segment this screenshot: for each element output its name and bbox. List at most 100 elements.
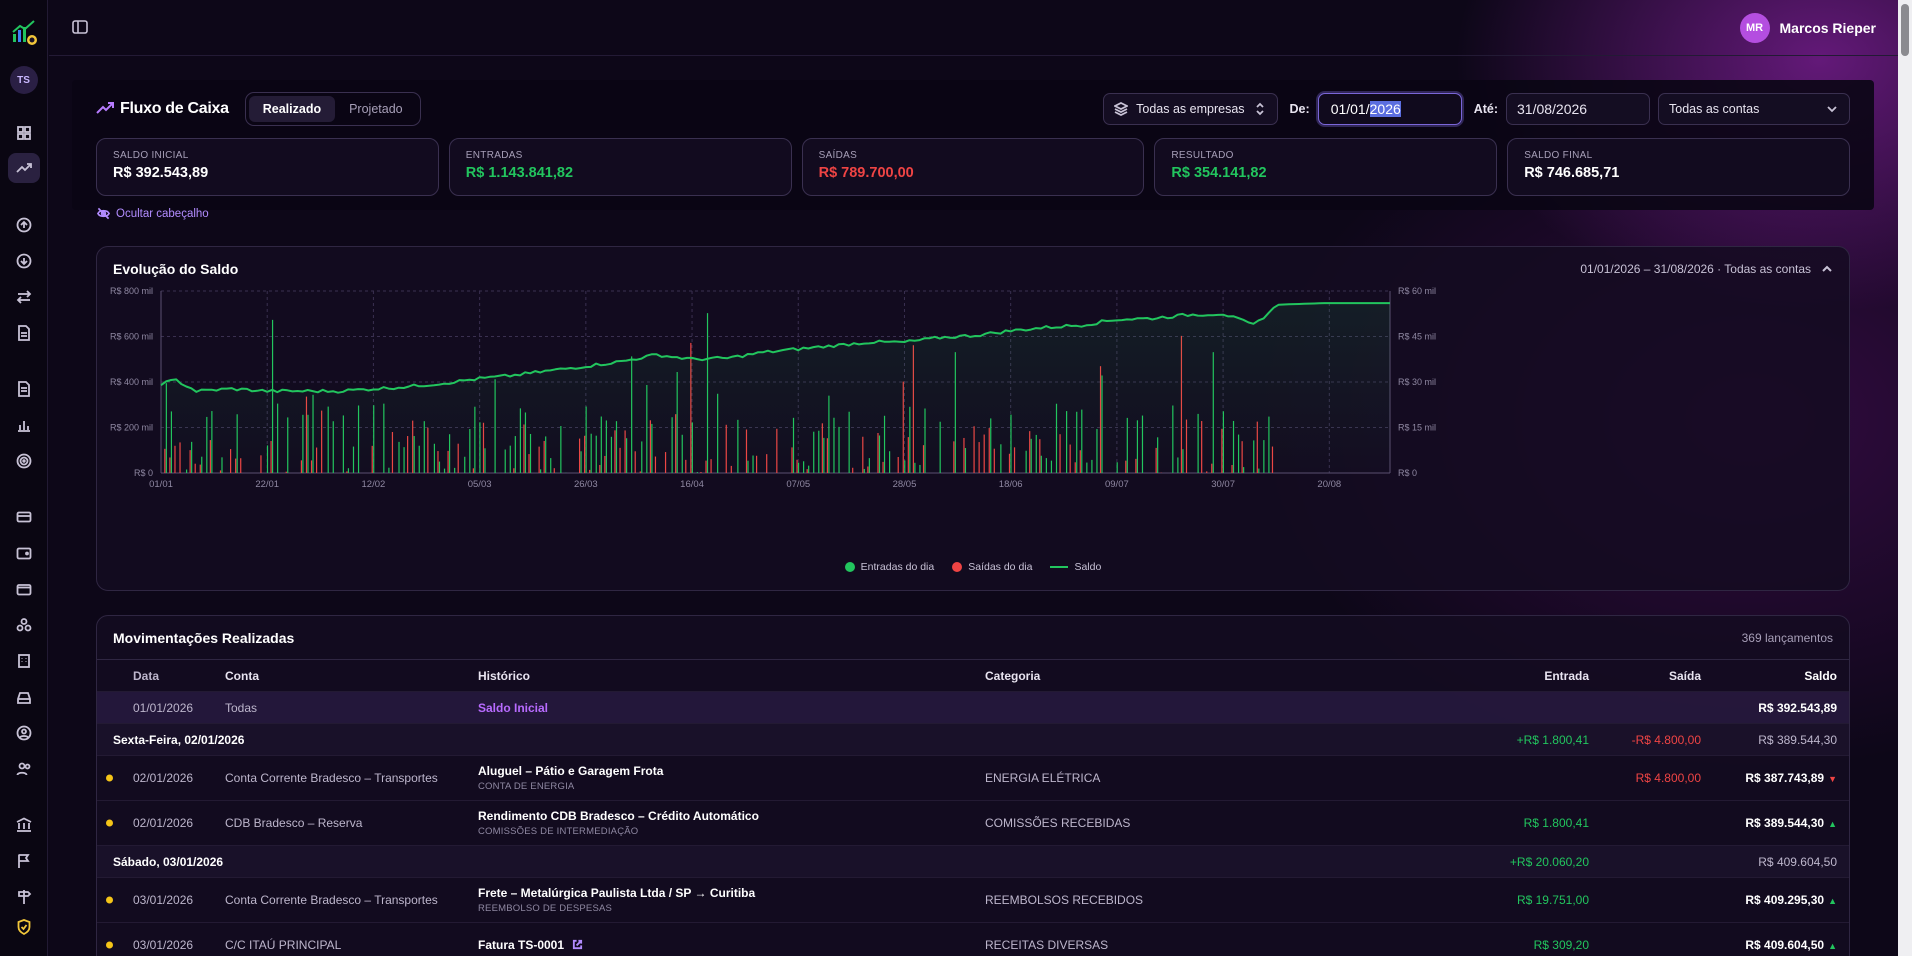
row-balance: R$ 409.295,30 ▲: [1745, 893, 1837, 907]
status-dot: [106, 774, 113, 782]
user-menu[interactable]: MR Marcos Rieper: [1739, 12, 1876, 43]
page-scrollbar[interactable]: [1898, 0, 1912, 956]
legend-saldo[interactable]: Saldo: [1050, 561, 1101, 573]
row-date: 03/01/2026: [133, 893, 194, 907]
col-balance[interactable]: Saldo: [1804, 669, 1837, 683]
col-out[interactable]: Saída: [1669, 669, 1701, 683]
flag-icon[interactable]: [8, 846, 40, 876]
balance-chart: R$ 0 R$ 0 R$ 200 mil R$ 15 mil R$ 400 mil R$ …: [110, 287, 1436, 490]
company-select[interactable]: Todas as empresas: [1103, 93, 1278, 125]
summary-card-entradas: ENTRADAS R$ 1.143.841,82: [448, 138, 792, 196]
row-history-title: Frete – Metalúrgica Paulista Ltda / SP →…: [478, 886, 755, 900]
workspace-badge[interactable]: TS: [9, 66, 38, 94]
user-circle-icon[interactable]: [8, 718, 40, 748]
row-history-text: Fatura TS-0001: [478, 938, 565, 952]
app-logo-icon[interactable]: [10, 18, 38, 46]
accounts-select[interactable]: Todas as contas: [1658, 93, 1850, 125]
legend-saidas-label: Saídas do dia: [968, 561, 1033, 573]
row-history-text: Frete – Metalúrgica Paulista Ltda / SP →…: [478, 886, 756, 900]
hide-header-link[interactable]: Ocultar cabeçalho: [97, 207, 209, 220]
status-dot: [106, 819, 113, 827]
day-group-label: Sábado, 03/01/2026: [113, 854, 224, 869]
legend-saidas-swatch: [952, 562, 963, 572]
row-history-subtitle: COMISSÕES DE INTERMEDIAÇÃO: [478, 826, 639, 837]
sidebar-toggle-icon[interactable]: [71, 18, 91, 38]
credit-card-icon[interactable]: [8, 502, 40, 532]
mode-projetado-button[interactable]: Projetado: [335, 96, 417, 122]
bank-icon[interactable]: [8, 810, 40, 840]
chevron-up-icon: [1822, 265, 1832, 272]
y-tick-left: R$ 400 mil: [110, 377, 153, 387]
table-header: Data Conta Histórico Categoria Entrada S…: [97, 660, 1849, 692]
building-icon[interactable]: [8, 646, 40, 676]
x-tick: 12/02: [362, 479, 386, 490]
row-history-title: Rendimento CDB Bradesco – Crédito Automá…: [478, 809, 759, 823]
scrollbar-thumb[interactable]: [1901, 4, 1909, 56]
chart-title: Evolução do Saldo: [113, 261, 239, 277]
from-date-selection: 2026: [1369, 101, 1401, 117]
card-value: R$ 746.685,71: [1524, 165, 1620, 181]
row-balance-value: R$ 409.604,50: [1745, 938, 1825, 952]
legend-entradas[interactable]: Entradas do dia: [844, 561, 934, 573]
col-in[interactable]: Entrada: [1544, 669, 1589, 683]
from-date-input[interactable]: 01/01/2026: [1317, 93, 1462, 125]
to-label: Até:: [1473, 102, 1498, 116]
expense-arrow-down-icon[interactable]: [8, 246, 40, 276]
row-balance-value: R$ 389.544,30: [1745, 816, 1825, 830]
cashflow-trend-icon[interactable]: [8, 153, 40, 183]
table-row[interactable]: 03/01/2026 Conta Corrente Bradesco – Tran…: [97, 878, 1849, 923]
table-row[interactable]: 03/01/2026 C/C ITAÚ PRINCIPAL Fatura TS-00…: [97, 923, 1849, 956]
tray-icon[interactable]: [8, 682, 40, 712]
mode-toggle: Realizado Projetado: [244, 92, 421, 126]
transfer-icon[interactable]: [8, 282, 40, 312]
col-date[interactable]: Data: [133, 669, 159, 683]
x-tick: 07/05: [786, 479, 810, 490]
dashboard-icon[interactable]: [8, 118, 40, 148]
income-arrow-up-icon[interactable]: [8, 210, 40, 240]
row-account: Todas: [225, 700, 258, 715]
row-category: COMISSÕES RECEBIDAS: [985, 816, 1131, 830]
x-tick: 09/07: [1105, 479, 1129, 490]
mode-realizado-button[interactable]: Realizado: [248, 96, 336, 122]
card-value: R$ 392.543,89: [113, 165, 209, 181]
wallet-icon[interactable]: [8, 538, 40, 568]
target-icon[interactable]: [8, 446, 40, 476]
row-in: R$ 19.751,00: [1516, 893, 1589, 907]
page-title-text: Fluxo de Caixa: [120, 100, 229, 117]
col-category[interactable]: Categoria: [985, 669, 1040, 683]
external-link-icon[interactable]: [572, 939, 583, 950]
wallet-alt-icon[interactable]: [8, 574, 40, 604]
row-history: Rendimento CDB Bradesco – Crédito Automá…: [478, 809, 759, 837]
document-icon[interactable]: [8, 318, 40, 348]
shield-icon[interactable]: [8, 912, 40, 942]
chart-meta[interactable]: 01/01/2026 – 31/08/2026 · Todas as conta…: [1580, 262, 1833, 276]
table-row[interactable]: 02/01/2026 Conta Corrente Bradesco – Tran…: [97, 756, 1849, 801]
col-history[interactable]: Histórico: [478, 669, 530, 683]
day-group-row: Sábado, 03/01/2026 +R$ 20.060,20 R$ 409.60…: [97, 846, 1849, 878]
to-date-input[interactable]: 31/08/2026: [1506, 93, 1650, 125]
row-history: Fatura TS-0001: [478, 938, 583, 952]
y-tick-left: R$ 800 mil: [110, 287, 153, 296]
summary-cards: SALDO INICIAL R$ 392.543,89 ENTRADAS R$ …: [96, 138, 1850, 196]
users-icon[interactable]: [8, 754, 40, 784]
day-group-row: Sexta-Feira, 02/01/2026 +R$ 1.800,41 -R$ 4…: [97, 724, 1849, 756]
trend-up-icon: ▲: [1828, 896, 1837, 906]
y-tick-left: R$ 200 mil: [110, 423, 153, 433]
day-group-in: +R$ 1.800,41: [1516, 732, 1589, 747]
bar-chart-icon[interactable]: [8, 410, 40, 440]
company-select-value: Todas as empresas: [1136, 102, 1245, 116]
x-tick: 05/03: [468, 479, 492, 490]
col-account[interactable]: Conta: [225, 669, 259, 683]
legend-saidas[interactable]: Saídas do dia: [952, 561, 1032, 573]
report-icon[interactable]: [8, 374, 40, 404]
y-tick-left: R$ 0: [134, 468, 153, 478]
table-row[interactable]: 02/01/2026 CDB Bradesco – Reserva Rendimen…: [97, 801, 1849, 846]
row-balance-value: R$ 409.295,30: [1745, 893, 1825, 907]
movements-card: Movimentações Realizadas 369 lançamentos…: [96, 615, 1850, 956]
x-tick: 26/03: [574, 479, 598, 490]
signpost-icon[interactable]: [8, 882, 40, 912]
row-date: 01/01/2026: [133, 700, 194, 715]
groups-icon[interactable]: [8, 610, 40, 640]
x-tick: 30/07: [1211, 479, 1235, 490]
page-title: Fluxo de Caixa: [96, 100, 229, 118]
